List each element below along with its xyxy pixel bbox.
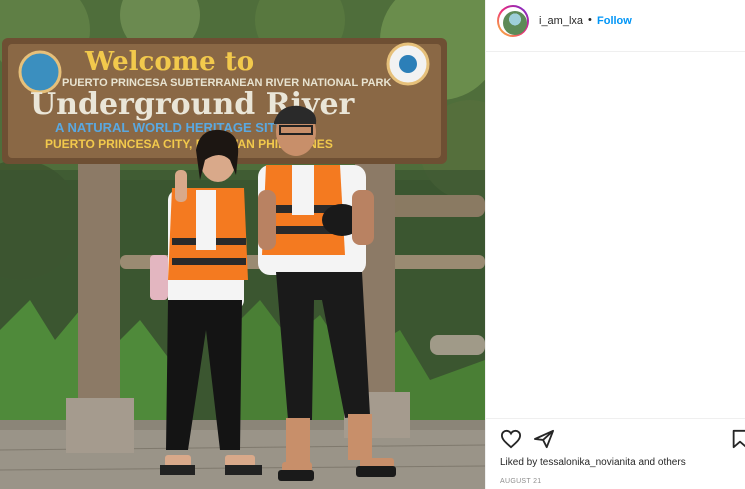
post-actions: Liked by tessalonika_novianita and other… [486, 418, 745, 489]
likes-summary: Liked by tessalonika_novianita and other… [500, 457, 686, 468]
sign-welcome: Welcome to [84, 47, 254, 77]
liked-user-link[interactable]: tessalonika_novianita [540, 457, 636, 468]
follow-button[interactable]: Follow [597, 15, 632, 27]
avatar-image [503, 11, 527, 35]
liked-conjunction: and [638, 457, 656, 468]
avatar[interactable] [497, 5, 529, 37]
liked-others-link[interactable]: others [658, 457, 686, 468]
post-header: i_am_lxa • Follow [486, 0, 745, 52]
liked-prefix: Liked by [500, 457, 538, 468]
heart-icon[interactable] [500, 429, 522, 454]
comment-icon[interactable] [533, 429, 555, 454]
separator-dot: • [588, 14, 592, 26]
post-date: AUGUST 21 [500, 478, 542, 485]
username-link[interactable]: i_am_lxa [539, 15, 583, 27]
sign-heritage: A NATURAL WORLD HERITAGE SITE [55, 120, 285, 135]
bookmark-icon[interactable] [731, 429, 745, 454]
post-photo[interactable]: Welcome to PUERTO PRINCESA SUBTERRANEAN … [0, 0, 485, 489]
post-side-panel: i_am_lxa • Follow Liked by tessalonika_n… [485, 0, 745, 489]
